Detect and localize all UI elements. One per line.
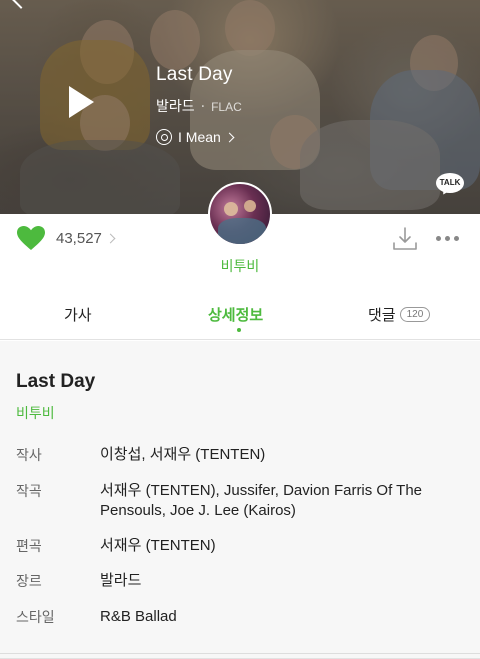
album-link[interactable]: I Mean (156, 126, 235, 148)
avatar-figure (224, 202, 238, 216)
chevron-right-icon (224, 132, 235, 142)
chevron-right-icon (105, 233, 116, 243)
song-meta: 발라드 · FLAC (156, 96, 242, 116)
detail-row-arranger: 편곡 서재우 (TENTEN) (16, 536, 464, 556)
detail-row-genre: 장르 발라드 (16, 571, 464, 591)
detail-row-composer: 작곡 서재우 (TENTEN), Jussifer, Davion Farris… (16, 481, 464, 521)
more-dot-icon (445, 236, 450, 241)
detail-row-style: 스타일 R&B Ballad (16, 607, 464, 627)
detail-value: 서재우 (TENTEN), Jussifer, Davion Farris Of… (100, 482, 423, 519)
detail-label: 편곡 (16, 539, 42, 555)
detail-value: R&B Ballad (100, 608, 177, 625)
more-dot-icon (454, 236, 459, 241)
tab-details[interactable]: 상세정보 (208, 304, 263, 325)
album-name: I Mean (178, 129, 221, 145)
detail-value: 서재우 (TENTEN) (100, 537, 216, 554)
more-options-button[interactable] (436, 236, 459, 241)
play-button[interactable] (60, 82, 100, 122)
artist-name-link[interactable]: 비투비 (200, 256, 280, 276)
tab-comments-label: 댓글 (368, 306, 396, 324)
detail-tabs: 가사 상세정보 댓글 120 (0, 290, 480, 340)
download-button[interactable] (392, 226, 418, 252)
song-details-panel: Last Day 비투비 작사 이창섭, 서재우 (TENTEN) 작곡 서재우… (0, 341, 480, 659)
like-button[interactable]: 43,527 (16, 225, 116, 251)
detail-label: 작사 (16, 448, 42, 464)
comment-count-badge: 120 (399, 307, 431, 322)
avatar-figure (218, 218, 266, 244)
heart-icon (17, 226, 45, 250)
album-disc-icon (156, 129, 172, 145)
download-icon (393, 227, 417, 250)
more-dot-icon (436, 236, 441, 241)
meta-separator: · (200, 99, 206, 115)
like-count: 43,527 (56, 229, 102, 247)
detail-value: 이창섭, 서재우 (TENTEN) (100, 446, 266, 463)
divider (0, 653, 480, 654)
detail-artist-link[interactable]: 비투비 (16, 403, 55, 423)
detail-value: 발라드 (100, 572, 142, 589)
avatar-figure (244, 200, 256, 212)
song-title: Last Day (156, 64, 233, 85)
active-tab-indicator (237, 328, 241, 332)
detail-row-lyricist: 작사 이창섭, 서재우 (TENTEN) (16, 445, 464, 465)
audio-format: FLAC (211, 100, 242, 114)
artist-avatar[interactable] (208, 182, 272, 246)
play-icon (69, 86, 94, 118)
tab-comments[interactable]: 댓글 120 (368, 304, 431, 325)
detail-label: 스타일 (16, 610, 55, 626)
kakao-talk-button[interactable]: TALK (436, 173, 464, 197)
tab-lyrics[interactable]: 가사 (64, 304, 92, 325)
detail-song-title: Last Day (16, 371, 96, 392)
talk-icon: TALK (436, 173, 464, 193)
song-genre: 발라드 (156, 99, 195, 115)
detail-label: 장르 (16, 574, 42, 590)
detail-label: 작곡 (16, 484, 42, 500)
